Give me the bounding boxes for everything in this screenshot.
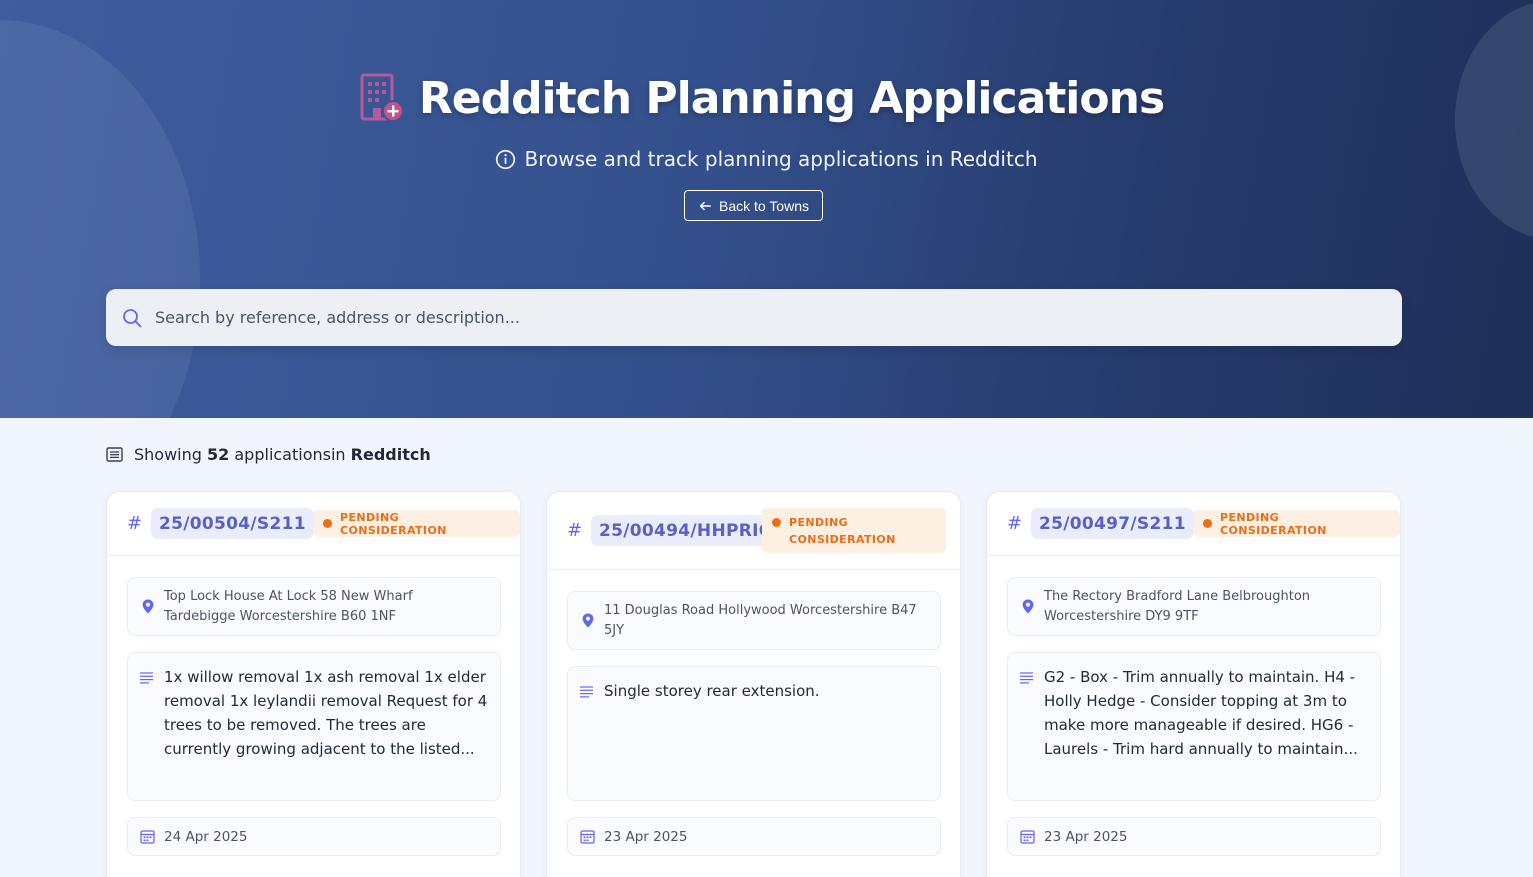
reference-number[interactable]: 25/00497/S211 <box>1031 508 1194 539</box>
description-text: 1x willow removal 1x ash removal 1x elde… <box>164 668 488 758</box>
hero-banner: Redditch Planning Applications Browse an… <box>0 0 1533 418</box>
list-icon <box>106 446 123 462</box>
description-text: Single storey rear extension. <box>604 682 820 700</box>
description-box: G2 - Box - Trim annually to maintain. H4… <box>1007 652 1381 801</box>
card-header: # 25/00504/S211 PENDING CONSIDERATION <box>107 492 520 556</box>
date-box: 23 Apr 2025 <box>1007 817 1381 856</box>
hash-icon: # <box>567 520 583 541</box>
subtitle-text: Browse and track planning applications i… <box>524 147 1038 171</box>
search-icon <box>123 308 142 327</box>
address-box: 11 Douglas Road Hollywood Worcestershire… <box>567 591 941 650</box>
search-input[interactable] <box>155 308 1355 327</box>
title-row: Redditch Planning Applications <box>0 66 1533 130</box>
status-badge: PENDING CONSIDERATION <box>1193 510 1400 537</box>
text-lines-icon <box>1020 672 1033 684</box>
search-bar <box>106 289 1402 346</box>
subtitle: Browse and track planning applications i… <box>0 145 1533 173</box>
address-text: 11 Douglas Road Hollywood Worcestershire… <box>604 602 917 638</box>
status-label: PENDING CONSIDERATION <box>1220 510 1327 537</box>
date-text: 24 Apr 2025 <box>164 828 248 845</box>
reference-number[interactable]: 25/00494/HHPRIO <box>591 515 782 546</box>
back-button-label: Back to Towns <box>718 197 809 214</box>
building-plus-icon <box>360 73 404 122</box>
status-badge: PENDING CONSIDERATION <box>762 508 946 553</box>
page-title: Redditch Planning Applications <box>418 72 1165 124</box>
summary-town: Redditch <box>350 444 431 464</box>
calendar-icon <box>140 830 155 844</box>
arrow-left-icon <box>699 201 711 210</box>
text-lines-icon <box>580 686 593 698</box>
date-box: 24 Apr 2025 <box>127 817 501 856</box>
map-pin-icon <box>1022 599 1034 614</box>
date-text: 23 Apr 2025 <box>604 828 688 845</box>
date-box: 23 Apr 2025 <box>567 817 941 856</box>
text-lines-icon <box>140 672 153 684</box>
map-pin-icon <box>142 599 154 614</box>
status-dot-icon <box>323 519 332 528</box>
map-pin-icon <box>582 613 594 628</box>
status-label: PENDING CONSIDERATION <box>340 510 447 537</box>
address-box: Top Lock House At Lock 58 New Wharf Tard… <box>127 577 501 636</box>
address-text: The Rectory Bradford Lane Belbroughton W… <box>1044 588 1311 624</box>
summary-count: 52 <box>207 444 230 464</box>
application-card[interactable]: # 25/00497/S211 PENDING CONSIDERATION Th… <box>986 491 1401 877</box>
status-label: PENDING CONSIDERATION <box>789 516 896 546</box>
hash-icon: # <box>1007 513 1023 534</box>
card-header: # 25/00494/HHPRIO PENDING CONSIDERATION <box>547 492 960 570</box>
calendar-icon <box>580 830 595 844</box>
results-summary: Showing 52 applicationsin Redditch <box>106 443 431 465</box>
status-dot-icon <box>772 518 781 527</box>
card-header: # 25/00497/S211 PENDING CONSIDERATION <box>987 492 1400 556</box>
description-box: Single storey rear extension. <box>567 666 941 801</box>
description-box: 1x willow removal 1x ash removal 1x elde… <box>127 652 501 801</box>
reference-number[interactable]: 25/00504/S211 <box>151 508 314 539</box>
date-text: 23 Apr 2025 <box>1044 828 1128 845</box>
hash-icon: # <box>127 513 143 534</box>
status-badge: PENDING CONSIDERATION <box>313 510 520 537</box>
summary-middle: applicationsin <box>234 444 346 464</box>
address-box: The Rectory Bradford Lane Belbroughton W… <box>1007 577 1381 636</box>
status-dot-icon <box>1203 519 1212 528</box>
description-text: G2 - Box - Trim annually to maintain. H4… <box>1044 668 1358 758</box>
info-icon <box>496 149 516 169</box>
application-card[interactable]: # 25/00504/S211 PENDING CONSIDERATION To… <box>106 491 521 877</box>
summary-prefix: Showing <box>134 444 202 464</box>
address-text: Top Lock House At Lock 58 New Wharf Tard… <box>164 588 413 624</box>
calendar-icon <box>1020 830 1035 844</box>
application-card[interactable]: # 25/00494/HHPRIO PENDING CONSIDERATION … <box>546 491 961 877</box>
back-to-towns-button[interactable]: Back to Towns <box>684 190 823 221</box>
